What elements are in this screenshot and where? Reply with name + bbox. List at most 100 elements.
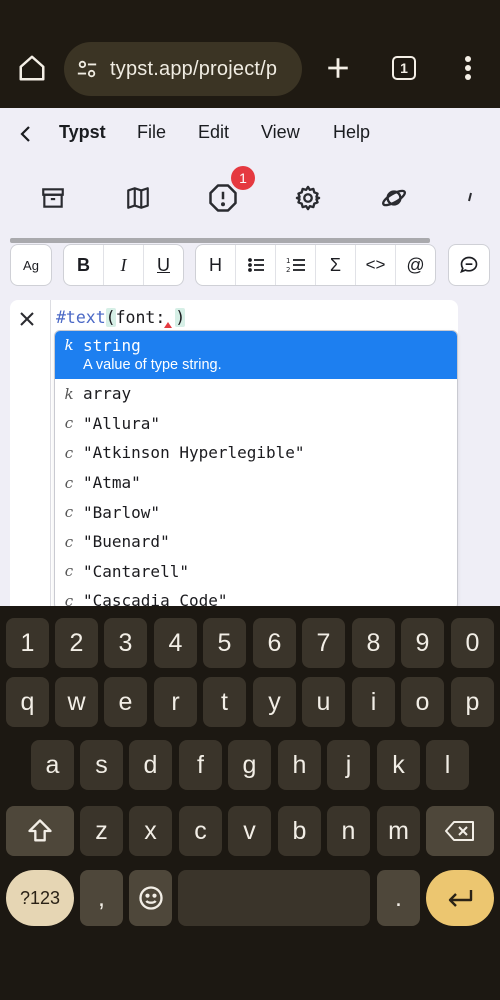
insert-group: H 12 Σ <> @ <box>195 244 436 286</box>
autocomplete-item[interactable]: c "Buenard" <box>55 527 457 557</box>
reference-button[interactable]: @ <box>396 245 435 285</box>
key-s[interactable]: s <box>80 740 123 790</box>
map-icon[interactable] <box>120 180 156 216</box>
back-arrow-icon[interactable] <box>14 122 38 146</box>
key-j[interactable]: j <box>327 740 370 790</box>
text-style-button[interactable]: Ag <box>11 245 51 285</box>
browser-toolbar: typst.app/project/p 1 <box>0 0 500 108</box>
key-f[interactable]: f <box>179 740 222 790</box>
address-bar[interactable]: typst.app/project/p <box>64 42 302 96</box>
code-function: #text <box>56 308 106 327</box>
menu-edit[interactable]: Edit <box>198 122 229 143</box>
key-o[interactable]: o <box>401 677 444 727</box>
key-k[interactable]: k <box>377 740 420 790</box>
key-a[interactable]: a <box>31 740 74 790</box>
completion-label: "Buenard" <box>83 532 170 552</box>
key-u[interactable]: u <box>302 677 345 727</box>
autocomplete-item[interactable]: k array <box>55 379 457 409</box>
numbered-list-icon[interactable]: 12 <box>276 245 316 285</box>
key-n[interactable]: n <box>327 806 370 856</box>
toolbar-scrollbar[interactable] <box>10 238 430 243</box>
autocomplete-item[interactable]: c "Atma" <box>55 468 457 498</box>
overflow-icon[interactable] <box>460 180 480 216</box>
key-1[interactable]: 1 <box>6 618 49 668</box>
home-icon[interactable] <box>12 48 52 88</box>
italic-button[interactable]: I <box>104 245 144 285</box>
key-g[interactable]: g <box>228 740 271 790</box>
completion-kind: c <box>64 532 74 551</box>
code-close-paren: ) <box>175 308 186 327</box>
comment-icon[interactable] <box>449 245 489 285</box>
key-z[interactable]: z <box>80 806 123 856</box>
completion-label: "Atkinson Hyperlegible" <box>83 443 305 463</box>
more-options-icon[interactable] <box>448 48 488 88</box>
menu-view[interactable]: View <box>261 122 300 143</box>
autocomplete-popup[interactable]: k string A value of type string. k array … <box>54 330 458 610</box>
key-d[interactable]: d <box>129 740 172 790</box>
completion-detail: A value of type string. <box>83 357 222 373</box>
new-tab-icon[interactable] <box>318 48 358 88</box>
autocomplete-item[interactable]: c "Atkinson Hyperlegible" <box>55 438 457 468</box>
autocomplete-item[interactable]: c "Cantarell" <box>55 557 457 587</box>
error-marker <box>164 322 172 328</box>
key-x[interactable]: x <box>129 806 172 856</box>
gear-icon[interactable] <box>290 180 326 216</box>
bold-button[interactable]: B <box>64 245 104 285</box>
key-e[interactable]: e <box>104 677 147 727</box>
key-3[interactable]: 3 <box>104 618 147 668</box>
completion-label: "Cantarell" <box>83 561 189 581</box>
key-w[interactable]: w <box>55 677 98 727</box>
enter-key[interactable] <box>426 870 494 926</box>
key-h[interactable]: h <box>278 740 321 790</box>
key-5[interactable]: 5 <box>203 618 246 668</box>
underline-button[interactable]: U <box>144 245 183 285</box>
code-open-paren: ( <box>105 308 116 327</box>
key-b[interactable]: b <box>278 806 321 856</box>
text-style-group: Ag <box>10 244 52 286</box>
key-6[interactable]: 6 <box>253 618 296 668</box>
archive-icon[interactable] <box>35 180 71 216</box>
planet-icon[interactable] <box>376 180 412 216</box>
key-y[interactable]: y <box>253 677 296 727</box>
completion-kind: c <box>64 503 74 522</box>
shift-key[interactable] <box>6 806 74 856</box>
tab-count: 1 <box>400 60 408 76</box>
key-i[interactable]: i <box>352 677 395 727</box>
key-2[interactable]: 2 <box>55 618 98 668</box>
autocomplete-item[interactable]: c "Barlow" <box>55 497 457 527</box>
symbols-key[interactable]: ?123 <box>6 870 74 926</box>
menu-help[interactable]: Help <box>333 122 370 143</box>
code-button[interactable]: <> <box>356 245 396 285</box>
key-r[interactable]: r <box>154 677 197 727</box>
key-8[interactable]: 8 <box>352 618 395 668</box>
notification-badge: 1 <box>231 166 255 190</box>
key-9[interactable]: 9 <box>401 618 444 668</box>
bullet-list-icon[interactable] <box>236 245 276 285</box>
key-l[interactable]: l <box>426 740 469 790</box>
tab-switcher-button[interactable]: 1 <box>384 48 424 88</box>
completion-kind: c <box>64 473 74 492</box>
key-p[interactable]: p <box>451 677 494 727</box>
autocomplete-item[interactable]: c "Allura" <box>55 409 457 439</box>
backspace-key[interactable] <box>426 806 494 856</box>
close-icon[interactable] <box>16 308 38 330</box>
autocomplete-item-selected[interactable]: k string A value of type string. <box>55 331 457 379</box>
menu-file[interactable]: File <box>137 122 166 143</box>
app-menubar: Typst File Edit View Help <box>0 108 500 160</box>
key-v[interactable]: v <box>228 806 271 856</box>
site-settings-icon[interactable] <box>64 58 110 80</box>
comma-key[interactable]: , <box>80 870 123 926</box>
emoji-icon[interactable] <box>129 870 172 926</box>
key-q[interactable]: q <box>6 677 49 727</box>
key-m[interactable]: m <box>377 806 420 856</box>
heading-button[interactable]: H <box>196 245 236 285</box>
app-brand[interactable]: Typst <box>59 122 106 143</box>
spacebar-key[interactable] <box>178 870 370 926</box>
key-7[interactable]: 7 <box>302 618 345 668</box>
key-c[interactable]: c <box>179 806 222 856</box>
period-key[interactable]: . <box>377 870 420 926</box>
key-t[interactable]: t <box>203 677 246 727</box>
key-4[interactable]: 4 <box>154 618 197 668</box>
math-button[interactable]: Σ <box>316 245 356 285</box>
key-0[interactable]: 0 <box>451 618 494 668</box>
